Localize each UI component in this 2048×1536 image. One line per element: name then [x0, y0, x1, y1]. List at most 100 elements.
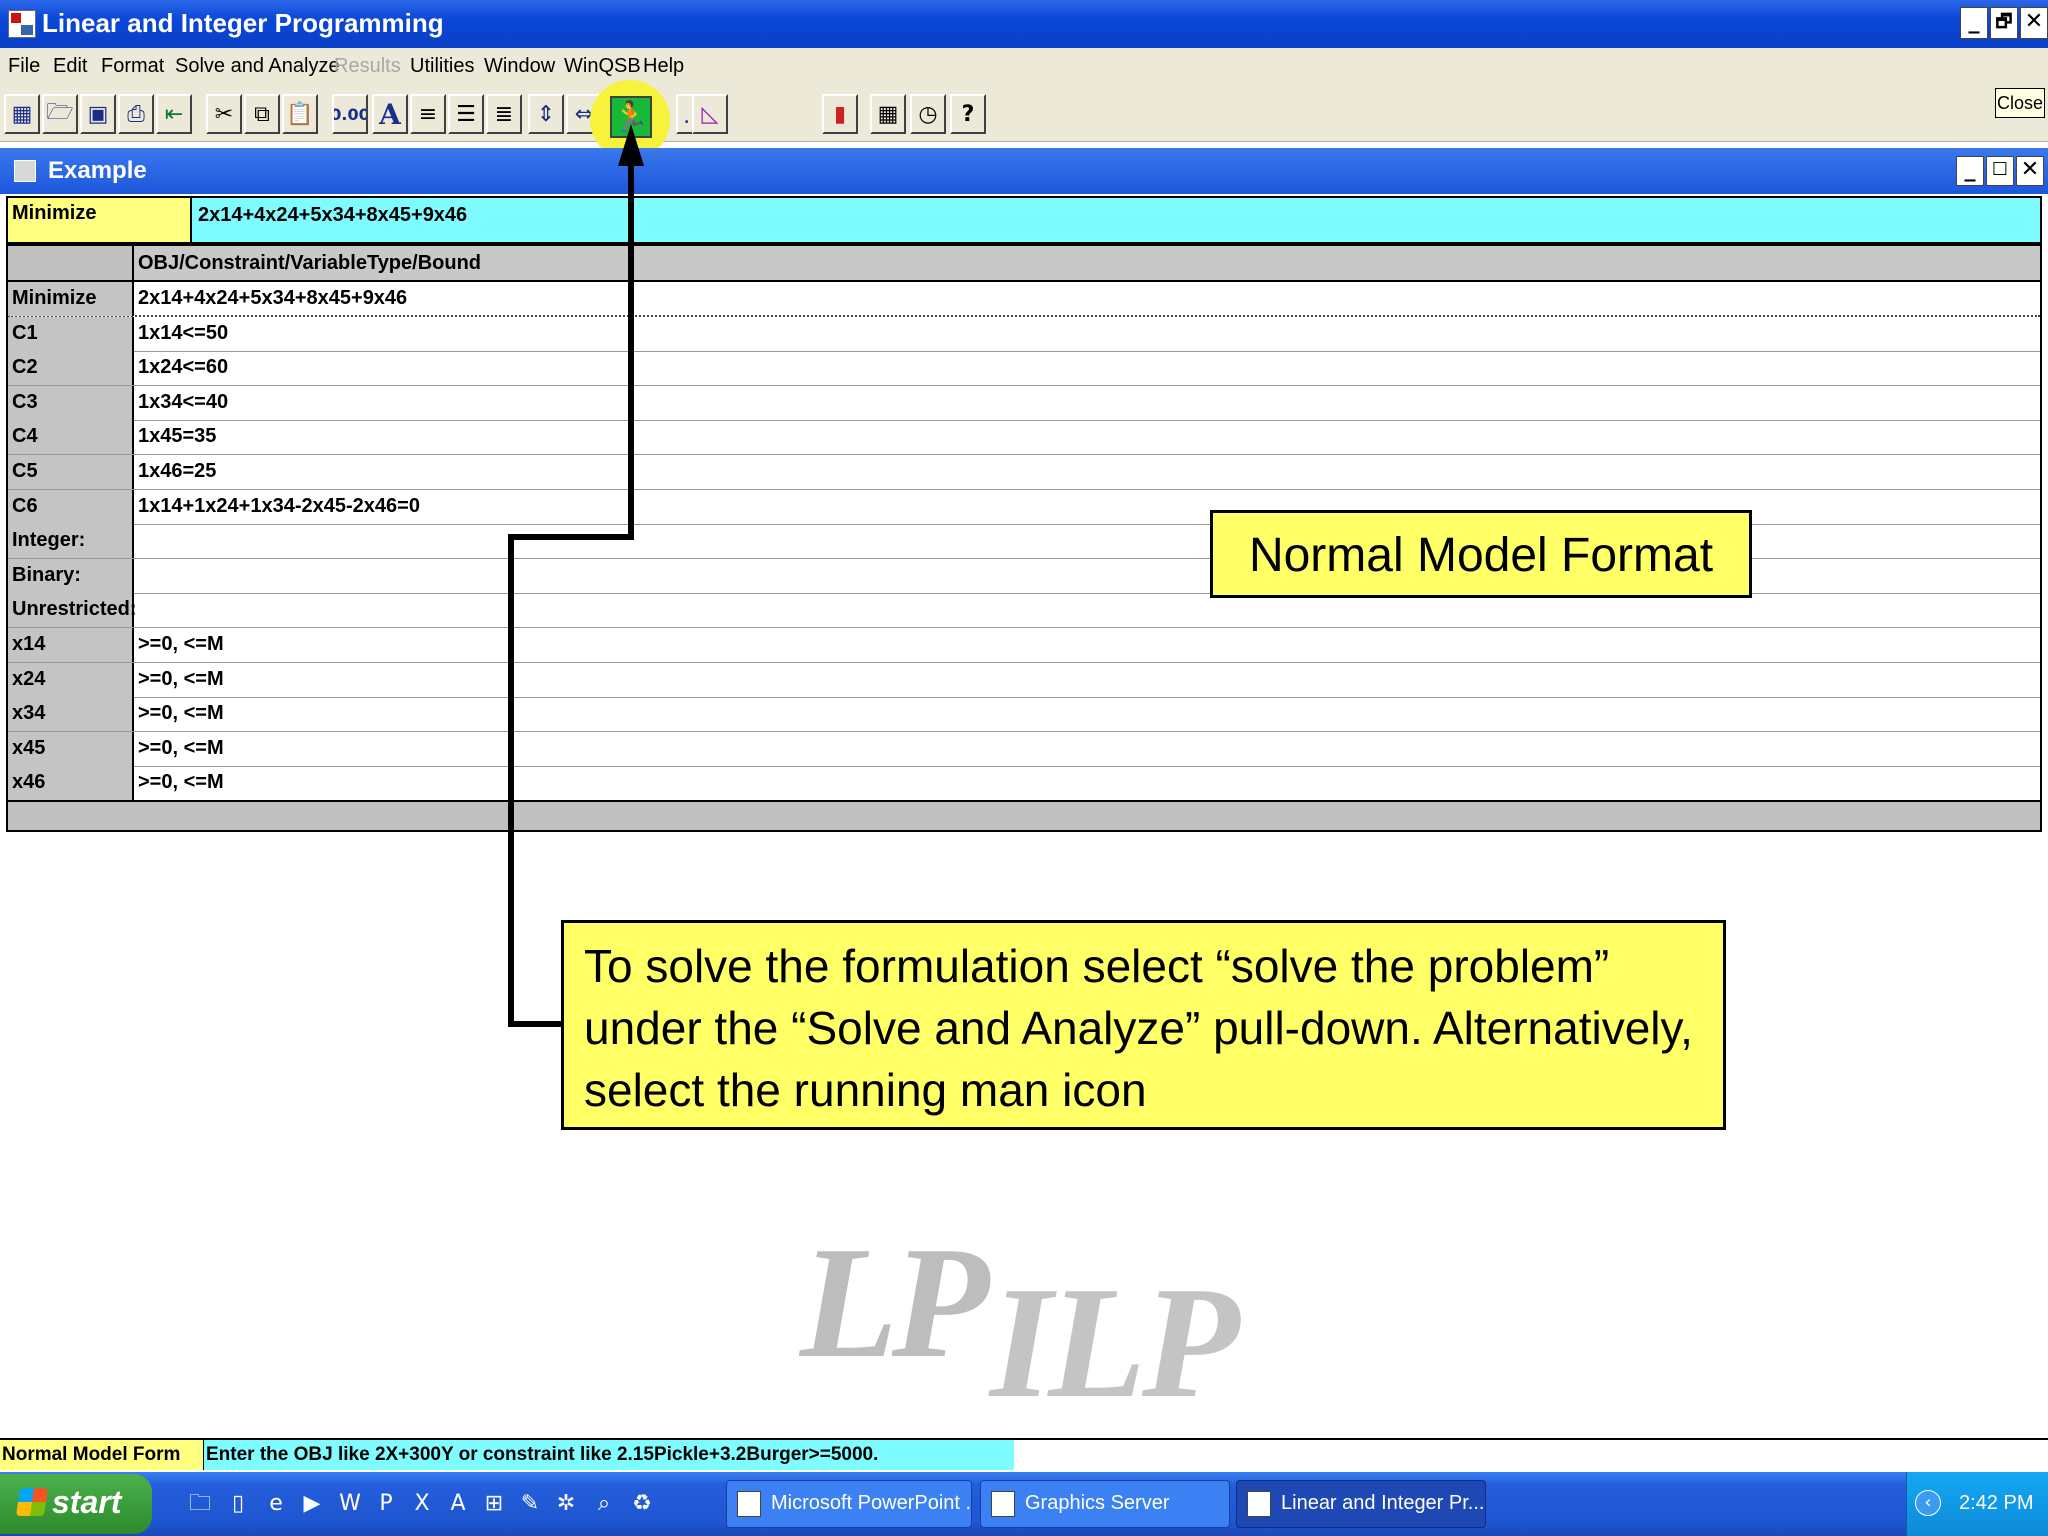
- row-value-cell[interactable]: 2x14+4x24+5x34+8x45+9x46: [138, 287, 407, 310]
- objective-label: Minimize: [8, 198, 192, 242]
- powerpoint-icon[interactable]: P: [372, 1490, 400, 1518]
- menu-window[interactable]: Window: [484, 55, 555, 78]
- windows-logo-icon: [16, 1488, 48, 1516]
- recycle-icon[interactable]: ♻: [628, 1490, 656, 1518]
- menu-bar: File Edit Format Solve and Analyze Resul…: [0, 48, 2048, 86]
- ilp-watermark: ILP: [990, 1253, 1240, 1431]
- menu-file[interactable]: File: [8, 55, 40, 78]
- row-label: Binary:: [8, 558, 134, 593]
- task-label: Graphics Server: [1025, 1492, 1170, 1514]
- tools-icon[interactable]: ✲: [552, 1490, 580, 1518]
- explorer-icon[interactable]: 🗀: [186, 1490, 214, 1518]
- table-row: Unrestricted:: [8, 593, 2040, 629]
- row-value-cell[interactable]: 1x14+1x24+1x34-2x45-2x46=0: [138, 495, 420, 518]
- toolbar: ▦ 🗁 ▣ ⎙ ⇤ ✂ ⧉ 📋 0.00 A ≡ ☰ ≣ ⇕ ⇔ ⋰ ◺ ▮ ▦…: [0, 86, 2048, 142]
- word-icon[interactable]: W: [336, 1490, 364, 1518]
- menu-help[interactable]: Help: [643, 55, 684, 78]
- row-value-cell[interactable]: 1x14<=50: [138, 322, 228, 345]
- menu-results[interactable]: Results: [334, 55, 401, 78]
- start-button[interactable]: start: [0, 1474, 152, 1534]
- row-label: Unrestricted:: [8, 593, 136, 628]
- document-icon[interactable]: [14, 160, 36, 182]
- menu-solve-and-analyze[interactable]: Solve and Analyze: [175, 55, 340, 78]
- system-tray: ‹ 2:42 PM: [1906, 1472, 2048, 1536]
- chart-icon[interactable]: ▮: [822, 94, 858, 134]
- save-icon[interactable]: ▣: [80, 94, 116, 134]
- pen-icon[interactable]: ✎: [516, 1490, 544, 1518]
- child-window-title: Example: [48, 157, 147, 184]
- clock-icon[interactable]: ◷: [910, 94, 946, 134]
- clock[interactable]: 2:42 PM: [1959, 1492, 2033, 1515]
- decimal-icon[interactable]: 0.00: [332, 94, 368, 134]
- paste-icon[interactable]: 📋: [282, 94, 318, 134]
- running-man-icon[interactable]: 🏃: [610, 96, 652, 138]
- row-label: x34: [8, 697, 134, 732]
- table-row: C1 1x14<=50: [8, 316, 2040, 352]
- column-width-icon[interactable]: ⇕: [528, 94, 564, 134]
- table-row: C5 1x46=25: [8, 455, 2040, 490]
- internet-explorer-icon[interactable]: e: [262, 1490, 290, 1518]
- close-button[interactable]: ✕: [2020, 7, 2048, 39]
- child-minimize-button[interactable]: _: [1956, 156, 1984, 186]
- publisher-icon[interactable]: ⊞: [480, 1490, 508, 1518]
- row-value-cell[interactable]: >=0, <=M: [138, 668, 224, 691]
- font-icon[interactable]: A: [372, 94, 408, 134]
- table-row: x24 >=0, <=M: [8, 662, 2040, 698]
- help-icon[interactable]: ?: [950, 94, 986, 134]
- table-row: x14 >=0, <=M: [8, 628, 2040, 663]
- screen: Linear and Integer Programming _ 🗗 ✕ Fil…: [0, 0, 2048, 1536]
- open-icon[interactable]: 🗁: [42, 94, 78, 134]
- row-label: x24: [8, 662, 134, 697]
- task-graphics-server[interactable]: Graphics Server: [980, 1480, 1230, 1528]
- row-value-cell[interactable]: >=0, <=M: [138, 702, 224, 725]
- exit-icon[interactable]: ⇤: [156, 94, 192, 134]
- app-icon[interactable]: [8, 10, 36, 38]
- objective-formula[interactable]: 2x14+4x24+5x34+8x45+9x46: [198, 204, 467, 227]
- restore-button[interactable]: 🗗: [1990, 7, 2018, 39]
- app-title-bar: Linear and Integer Programming _ 🗗 ✕: [0, 0, 2048, 48]
- media-player-icon[interactable]: ▶: [298, 1490, 326, 1518]
- graphic-method-icon[interactable]: ◺: [692, 94, 728, 134]
- grid-footer: [8, 800, 2040, 830]
- menu-winqsb[interactable]: WinQSB: [564, 55, 641, 78]
- row-value-cell[interactable]: 1x45=35: [138, 425, 216, 448]
- align-right-icon[interactable]: ≣: [486, 94, 522, 134]
- row-label: x14: [8, 628, 134, 662]
- show-desktop-icon[interactable]: ▯: [224, 1490, 252, 1518]
- winqsb-task-icon: [1247, 1491, 1271, 1517]
- menu-edit[interactable]: Edit: [53, 55, 87, 78]
- excel-icon[interactable]: X: [408, 1490, 436, 1518]
- print-icon[interactable]: ⎙: [118, 94, 154, 134]
- search-icon[interactable]: ⌕: [590, 1490, 618, 1518]
- row-value-cell[interactable]: >=0, <=M: [138, 633, 224, 656]
- row-label: Minimize: [8, 282, 134, 316]
- grid-corner: [8, 246, 134, 280]
- cut-icon[interactable]: ✂: [206, 94, 242, 134]
- row-value-cell[interactable]: >=0, <=M: [138, 771, 224, 794]
- start-label: start: [52, 1484, 122, 1520]
- table-row: C3 1x34<=40: [8, 385, 2040, 421]
- align-center-icon[interactable]: ☰: [448, 94, 484, 134]
- tray-expand-icon[interactable]: ‹: [1915, 1490, 1941, 1516]
- minimize-button[interactable]: _: [1960, 7, 1988, 39]
- menu-utilities[interactable]: Utilities: [410, 55, 474, 78]
- row-value-cell[interactable]: >=0, <=M: [138, 737, 224, 760]
- objective-row: Minimize 2x14+4x24+5x34+8x45+9x46: [6, 196, 2042, 244]
- row-value-cell[interactable]: 1x24<=60: [138, 356, 228, 379]
- align-left-icon[interactable]: ≡: [410, 94, 446, 134]
- graphics-server-task-icon: [991, 1491, 1015, 1517]
- new-icon[interactable]: ▦: [4, 94, 40, 134]
- calculator-icon[interactable]: ▦: [870, 94, 906, 134]
- row-value-cell[interactable]: 1x34<=40: [138, 391, 228, 414]
- copy-icon[interactable]: ⧉: [244, 94, 280, 134]
- row-value-cell[interactable]: 1x46=25: [138, 460, 216, 483]
- menu-format[interactable]: Format: [101, 55, 164, 78]
- task-linear-integer[interactable]: Linear and Integer Pr...: [1236, 1480, 1486, 1528]
- access-icon[interactable]: A: [444, 1490, 472, 1518]
- child-maximize-button[interactable]: ☐: [1986, 156, 2014, 186]
- task-powerpoint[interactable]: Microsoft PowerPoint ...: [726, 1480, 972, 1528]
- child-close-button[interactable]: ✕: [2016, 156, 2044, 186]
- close-tooltip: Close: [1995, 88, 2045, 118]
- status-bar: Normal Model Form Enter the OBJ like 2X+…: [0, 1438, 2048, 1470]
- row-label: C1: [8, 316, 134, 351]
